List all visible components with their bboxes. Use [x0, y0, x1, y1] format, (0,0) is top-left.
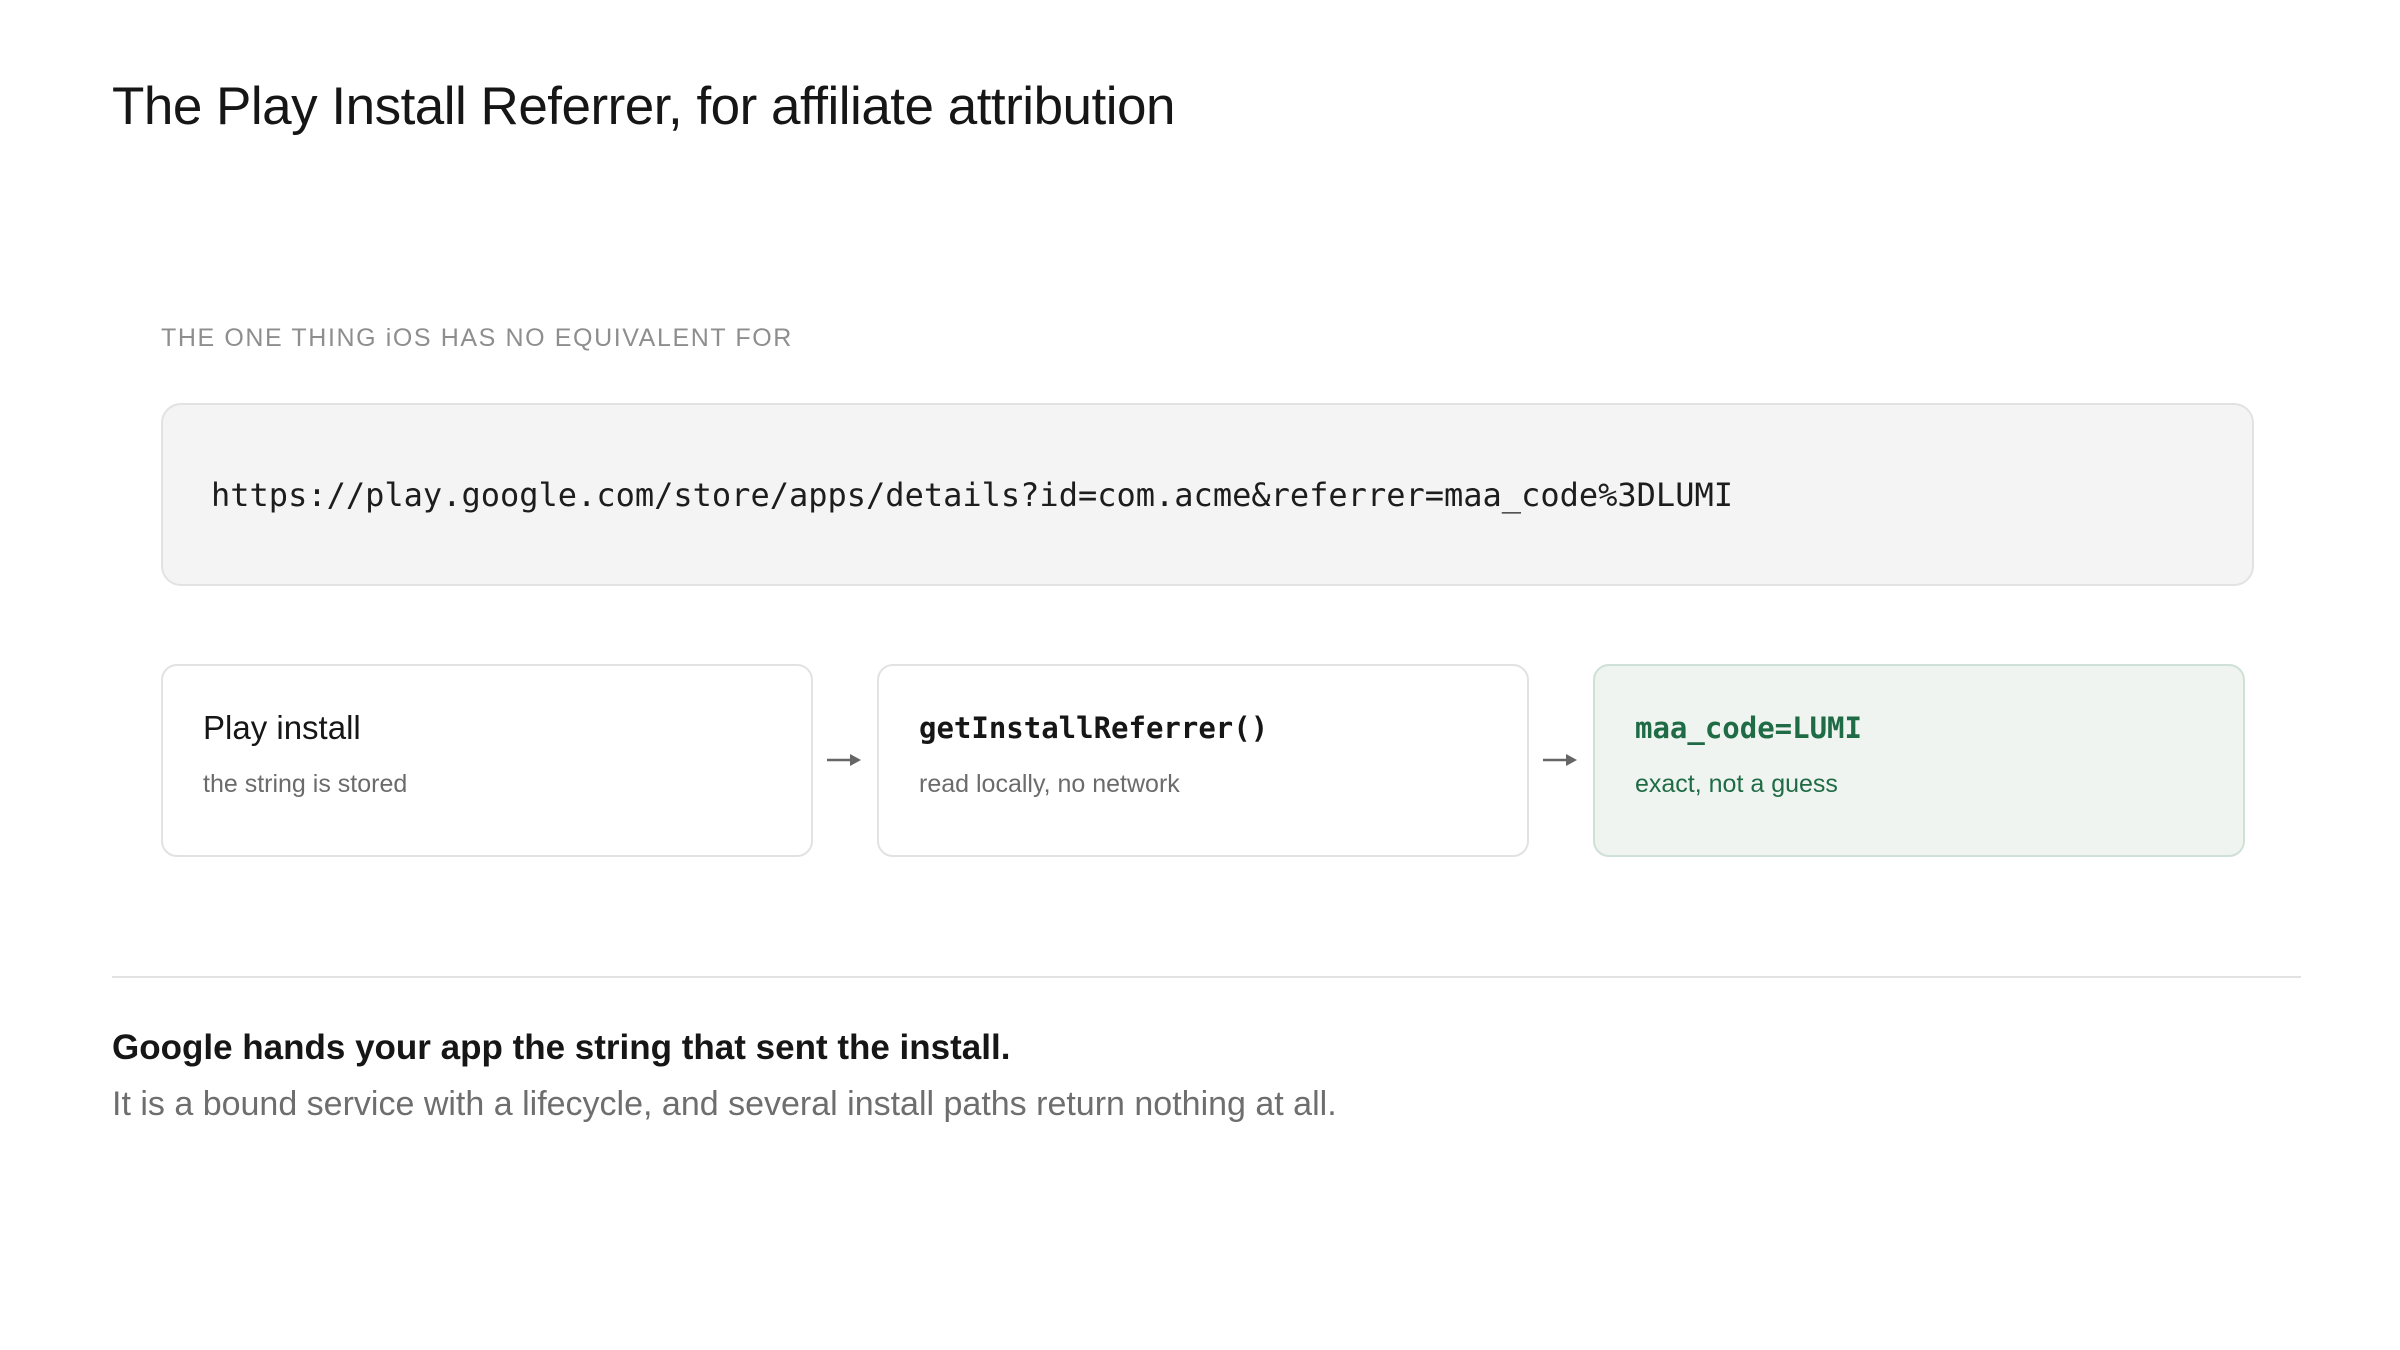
- section-divider: [112, 976, 2301, 978]
- step-subtitle: the string is stored: [203, 770, 408, 798]
- step-title: Play install: [203, 709, 361, 746]
- referrer-url-box: https://play.google.com/store/apps/detai…: [161, 403, 2254, 586]
- page-title: The Play Install Referrer, for affiliate…: [112, 77, 1175, 136]
- step-title: maa_code=LUMI: [1635, 711, 1862, 745]
- step-subtitle: exact, not a guess: [1635, 770, 1838, 798]
- step-get-install-referrer: getInstallReferrer() read locally, no ne…: [877, 664, 1529, 857]
- step-subtitle: read locally, no network: [919, 770, 1180, 798]
- arrow-right-icon: [827, 754, 861, 766]
- referrer-url: https://play.google.com/store/apps/detai…: [211, 475, 1733, 514]
- step-result-code: maa_code=LUMI exact, not a guess: [1593, 664, 2245, 857]
- arrow-right-icon: [1543, 754, 1577, 766]
- step-play-install: Play install the string is stored: [161, 664, 813, 857]
- section-eyebrow: THE ONE THING iOS HAS NO EQUIVALENT FOR: [161, 324, 793, 352]
- summary-detail: It is a bound service with a lifecycle, …: [112, 1085, 1337, 1123]
- step-title: getInstallReferrer(): [919, 711, 1269, 745]
- summary-headline: Google hands your app the string that se…: [112, 1028, 1011, 1067]
